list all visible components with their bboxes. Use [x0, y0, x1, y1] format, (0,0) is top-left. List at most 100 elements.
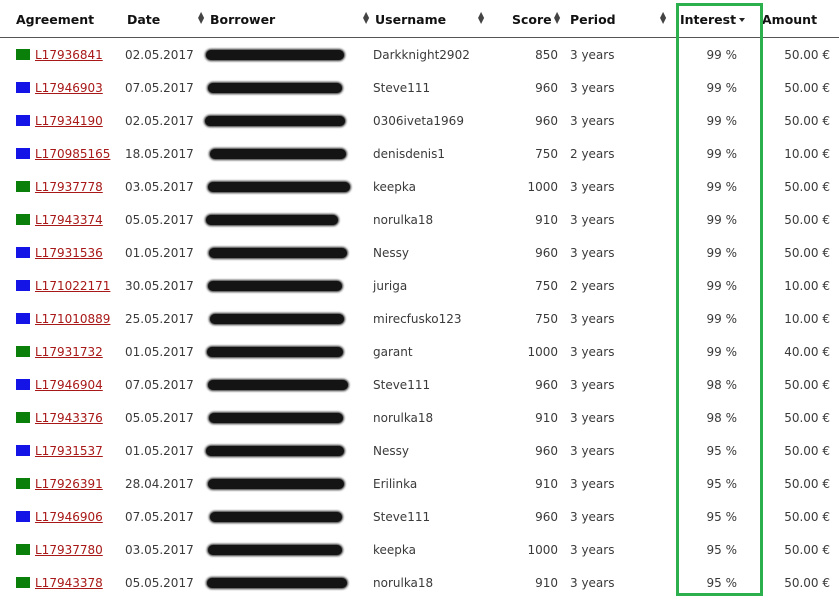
column-header-agreement[interactable]: Agreement — [0, 0, 125, 38]
agreement-link[interactable]: L170985165 — [35, 147, 110, 161]
interest-cell: 95 % — [706, 476, 738, 491]
agreement-link[interactable]: L17943376 — [35, 411, 103, 425]
flag-icon — [16, 279, 30, 291]
redacted-borrower — [206, 49, 344, 60]
username-cell: keepka — [373, 542, 416, 557]
interest-cell: 99 % — [706, 344, 738, 359]
flag-icon — [16, 510, 30, 522]
date-cell: 07.05.2017 — [125, 509, 194, 524]
agreement-cell: L17934190 — [0, 104, 125, 137]
borrower-cell — [208, 236, 373, 269]
agreement-cell: L17937778 — [0, 170, 125, 203]
redacted-borrower — [208, 379, 348, 390]
column-header-borrower[interactable]: Borrower ▲ ▼ — [208, 0, 373, 38]
amount-cell: 50.00 € — [784, 113, 830, 128]
agreement-link[interactable]: L17946903 — [35, 81, 103, 95]
agreement-link[interactable]: L17931537 — [35, 444, 103, 458]
amount-cell: 50.00 € — [784, 47, 830, 62]
column-header-score[interactable]: Score ▲ ▼ — [488, 0, 568, 38]
date-cell: 07.05.2017 — [125, 377, 194, 392]
flag-icon — [16, 48, 30, 60]
agreement-link[interactable]: L17931536 — [35, 246, 103, 260]
borrower-cell — [208, 71, 373, 104]
agreement-link[interactable]: L17937778 — [35, 180, 103, 194]
amount-cell: 50.00 € — [784, 377, 830, 392]
username-cell: Steve111 — [373, 509, 431, 524]
score-cell: 910 — [535, 410, 558, 425]
agreement-link[interactable]: L17946904 — [35, 378, 103, 392]
amount-cell: 40.00 € — [784, 344, 830, 359]
agreement-link[interactable]: L17946906 — [35, 510, 103, 524]
score-cell: 960 — [535, 509, 558, 524]
interest-label-text: Interest — [680, 12, 737, 27]
interest-cell: 99 % — [706, 245, 738, 260]
borrower-cell — [208, 302, 373, 335]
flag-icon — [16, 81, 30, 93]
table-body: L17936841 02.05.2017 Darkknight2902 850 … — [0, 38, 839, 600]
period-cell: 3 years — [570, 245, 615, 260]
redacted-borrower — [209, 412, 343, 423]
period-cell: 3 years — [570, 113, 615, 128]
period-cell: 3 years — [570, 476, 615, 491]
score-cell: 750 — [535, 311, 558, 326]
period-cell: 3 years — [570, 311, 615, 326]
column-header-interest[interactable]: Interest — [670, 0, 752, 38]
score-cell: 960 — [535, 113, 558, 128]
column-header-date-label: Date — [127, 12, 161, 27]
agreement-link[interactable]: L17943374 — [35, 213, 103, 227]
borrower-cell — [208, 368, 373, 401]
date-cell: 01.05.2017 — [125, 245, 194, 260]
flag-icon — [16, 444, 30, 456]
column-header-amount[interactable]: Amount — [752, 0, 839, 38]
interest-cell: 99 % — [706, 311, 738, 326]
date-cell: 05.05.2017 — [125, 410, 194, 425]
agreement-cell: L17943374 — [0, 203, 125, 236]
table-row: L170985165 18.05.2017 denisdenis1 750 2 … — [0, 137, 839, 170]
redacted-borrower — [209, 247, 347, 258]
column-header-date[interactable]: Date ▲ ▼ — [125, 0, 208, 38]
username-cell: garant — [373, 344, 413, 359]
table-row: L17943376 05.05.2017 norulka18 910 3 yea… — [0, 401, 839, 434]
username-cell: Nessy — [373, 245, 409, 260]
date-cell: 03.05.2017 — [125, 179, 194, 194]
agreement-link[interactable]: L17943378 — [35, 576, 103, 590]
flag-icon — [16, 378, 30, 390]
borrower-cell — [205, 104, 373, 137]
score-cell: 750 — [535, 278, 558, 293]
username-cell: Darkknight2902 — [373, 47, 470, 62]
agreement-link[interactable]: L17931732 — [35, 345, 103, 359]
borrower-cell — [208, 401, 373, 434]
amount-cell: 50.00 € — [784, 245, 830, 260]
agreement-link[interactable]: L17934190 — [35, 114, 103, 128]
username-cell: mirecfusko123 — [373, 311, 462, 326]
interest-cell: 99 % — [706, 212, 738, 227]
column-header-period[interactable]: Period ▲ ▼ — [568, 0, 670, 38]
period-cell: 3 years — [570, 575, 615, 590]
period-cell: 3 years — [570, 542, 615, 557]
period-cell: 2 years — [570, 278, 615, 293]
redacted-borrower — [208, 82, 342, 93]
table-row: L17934190 02.05.2017 0306iveta1969 960 3… — [0, 104, 839, 137]
period-cell: 2 years — [570, 146, 615, 161]
interest-cell: 95 % — [706, 443, 738, 458]
agreement-cell: L17936841 — [0, 38, 125, 72]
agreement-link[interactable]: L17936841 — [35, 48, 103, 62]
column-header-username[interactable]: Username ▲ ▼ — [373, 0, 488, 38]
table-row: L17931537 01.05.2017 Nessy 960 3 years 9… — [0, 434, 839, 467]
date-cell: 25.05.2017 — [125, 311, 194, 326]
borrower-cell — [206, 38, 373, 72]
period-cell: 3 years — [570, 377, 615, 392]
score-cell: 1000 — [527, 344, 558, 359]
agreement-link[interactable]: L171022171 — [35, 279, 110, 293]
period-cell: 3 years — [570, 47, 615, 62]
flag-icon — [16, 147, 30, 159]
agreement-cell: L17943376 — [0, 401, 125, 434]
flag-icon — [16, 180, 30, 192]
flag-icon — [16, 345, 30, 357]
agreement-link[interactable]: L171010889 — [35, 312, 110, 326]
agreement-link[interactable]: L17926391 — [35, 477, 103, 491]
date-cell: 03.05.2017 — [125, 542, 194, 557]
amount-cell: 50.00 € — [784, 212, 830, 227]
agreement-link[interactable]: L17937780 — [35, 543, 103, 557]
redacted-borrower — [210, 511, 342, 522]
